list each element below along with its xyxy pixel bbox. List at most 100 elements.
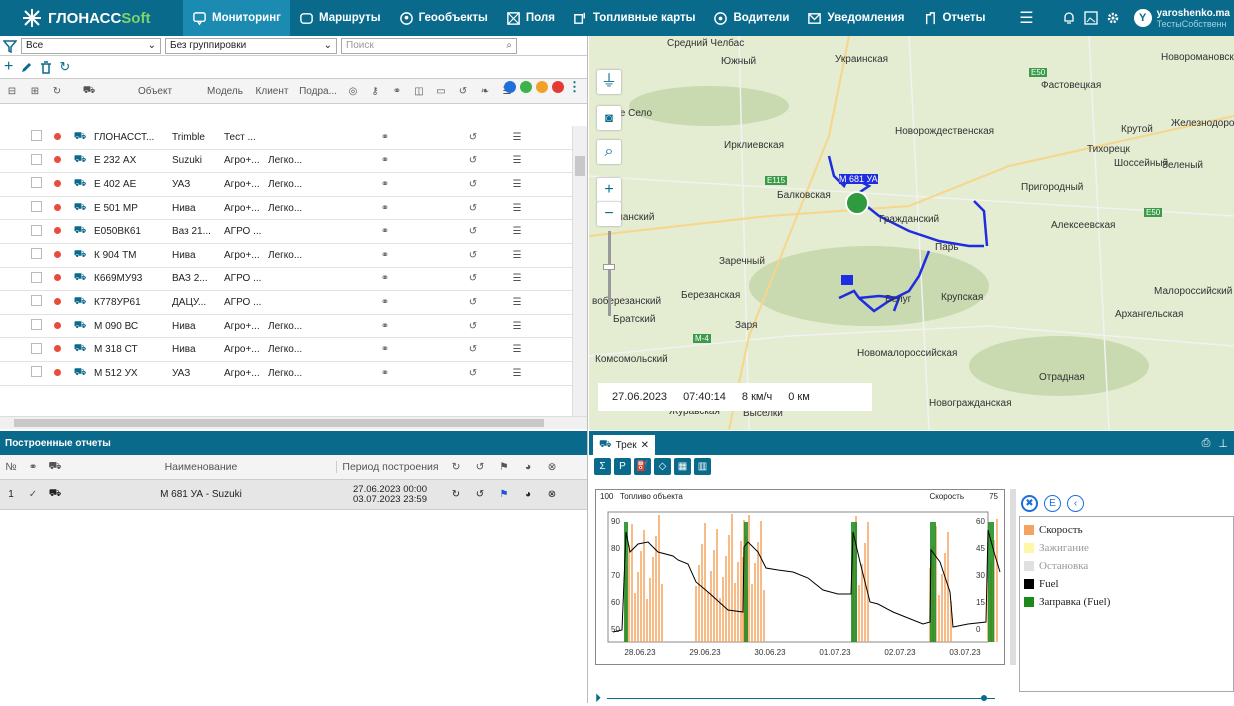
rebuild-icon[interactable]: ↻	[444, 461, 468, 473]
history-icon[interactable]: ↺	[462, 179, 484, 190]
parking-icon[interactable]: P	[614, 457, 631, 475]
chart-splitter[interactable]	[1010, 489, 1016, 665]
route-map-icon[interactable]: ⚑	[492, 489, 516, 500]
table-row[interactable]: ⛟ ГЛОНАССТ... Trimble Тест ... ⚭ ↺ ☰	[0, 126, 572, 150]
object-name[interactable]: М 090 ВС	[92, 321, 172, 332]
binoculars-icon[interactable]: ⚭	[374, 203, 396, 214]
history-icon[interactable]: ↺	[462, 368, 484, 379]
filter-icon[interactable]	[3, 39, 17, 53]
binoculars-icon[interactable]: ⚭	[374, 344, 396, 355]
legend-item[interactable]: Заправка (Fuel)	[1024, 593, 1229, 611]
table-row[interactable]: ⛟ К778УР61 ДАЦУ... АГРО ... ⚭ ↺ ☰	[0, 291, 572, 315]
nav-reports[interactable]: Отчеты	[913, 0, 994, 36]
pie-chart-icon[interactable]: ◕	[516, 489, 540, 500]
add-icon[interactable]: +	[4, 58, 13, 76]
legend-item[interactable]: Скорость	[1024, 521, 1229, 539]
user-menu[interactable]: Y yaroshenko.ma ТестыСобственн	[1133, 8, 1230, 29]
legend-item[interactable]: Fuel	[1024, 575, 1229, 593]
row-checkbox[interactable]	[31, 342, 42, 354]
map-filter-icon[interactable]: ⏚	[597, 70, 621, 94]
table-row[interactable]: ⛟ Е 501 МР Нива Агро+... Легко... ⚭ ↺ ☰	[0, 197, 572, 221]
menu-icon[interactable]: ☰	[1019, 8, 1033, 28]
image-icon[interactable]	[1083, 11, 1098, 25]
history-icon[interactable]: ↺	[468, 489, 492, 500]
row-checkbox[interactable]	[31, 295, 42, 307]
hscroll-thumb[interactable]	[14, 419, 544, 427]
video-col-icon[interactable]: ▭	[430, 86, 452, 97]
history-icon[interactable]: ↺	[462, 273, 484, 284]
table-row[interactable]: ⛟ М 512 УХ УАЗ Агро+... Легко... ⚭ ↺ ☰	[0, 362, 572, 386]
details-icon[interactable]: ☰	[506, 179, 528, 190]
ok-status-icon[interactable]	[520, 81, 532, 93]
details-icon[interactable]: ☰	[506, 203, 528, 214]
details-icon[interactable]: ☰	[506, 155, 528, 166]
camera-col-icon[interactable]: ◫	[408, 86, 430, 97]
zoom-out-icon[interactable]: −	[597, 202, 621, 226]
table-row[interactable]: ⛟ Е050ВК61 Ваз 21... АГРО ... ⚭ ↺ ☰	[0, 220, 572, 244]
print-icon[interactable]: ⎙	[1202, 437, 1211, 450]
object-name[interactable]: Е 232 АХ	[92, 155, 172, 166]
vehicle-marker-icon[interactable]	[845, 191, 869, 215]
map-view[interactable]: Средний Челбас Южный Украинская Новороманов…	[589, 36, 1234, 430]
refresh-col-icon[interactable]: ↻	[46, 86, 68, 97]
check-icon[interactable]: ✓	[22, 489, 44, 500]
map-search-icon[interactable]: ⌕	[597, 140, 621, 164]
gear-icon[interactable]	[1106, 11, 1120, 25]
history-icon[interactable]: ↺	[462, 203, 484, 214]
binoculars-col-icon[interactable]: ⚭	[386, 86, 408, 97]
binoculars-icon[interactable]: ⚭	[374, 297, 396, 308]
horizontal-scrollbar[interactable]	[0, 416, 587, 429]
table-row[interactable]: ⛟ Е 232 АХ Suzuki Агро+... Легко... ⚭ ↺ …	[0, 150, 572, 174]
history-icon[interactable]: ↺	[462, 297, 484, 308]
table-row[interactable]: ⛟ К 904 ТМ Нива Агро+... Легко... ⚭ ↺ ☰	[0, 244, 572, 268]
delete-icon[interactable]	[40, 60, 52, 74]
row-checkbox[interactable]	[31, 177, 42, 189]
zoom-in-icon[interactable]: +	[597, 178, 621, 202]
sum-icon[interactable]: Σ	[594, 457, 611, 475]
history-icon[interactable]: ↺	[462, 132, 484, 143]
vehicle-col-icon[interactable]: ⛟	[68, 85, 110, 98]
nav-fields[interactable]: Поля	[497, 0, 564, 36]
group-select[interactable]: Без группировки ⌄	[165, 37, 337, 54]
details-icon[interactable]: ☰	[506, 273, 528, 284]
fuel-icon[interactable]: ⛽	[634, 457, 651, 475]
legend-item[interactable]: Зажигание	[1024, 539, 1229, 557]
binoculars-icon[interactable]: ⚭	[22, 461, 44, 473]
object-name[interactable]: Е 402 АЕ	[92, 179, 172, 190]
lock-status-icon[interactable]	[552, 81, 564, 93]
object-list-scrollbar[interactable]	[572, 126, 587, 416]
pin-icon[interactable]: ⊥	[1218, 437, 1228, 450]
report-row[interactable]: 1 ✓ ⛟ М 681 УА - Suzuki 27.06.2023 00:00…	[0, 480, 587, 510]
timeline-handle[interactable]	[981, 695, 987, 701]
warning-status-icon[interactable]	[536, 81, 548, 93]
area-icon[interactable]: ◇	[654, 457, 671, 475]
row-checkbox[interactable]	[31, 201, 42, 213]
details-icon[interactable]: ☰	[506, 297, 528, 308]
info-circle-icon[interactable]: E	[1044, 495, 1061, 512]
history-col-icon[interactable]: ↺	[452, 86, 474, 97]
table-row[interactable]: ⛟ К669МУ93 ВАЗ 2... АГРО ... ⚭ ↺ ☰	[0, 268, 572, 292]
object-name[interactable]: ГЛОНАССТ...	[92, 132, 172, 143]
timeline-slider[interactable]: ⏵	[595, 691, 995, 706]
binoculars-icon[interactable]: ⚭	[374, 226, 396, 237]
rebuild-icon[interactable]: ↻	[444, 489, 468, 500]
row-checkbox[interactable]	[31, 366, 42, 378]
vehicle-icon[interactable]: ⛟	[44, 460, 66, 474]
binoculars-icon[interactable]: ⚭	[374, 250, 396, 261]
camera-icon[interactable]: ◙	[597, 106, 621, 130]
edit-icon[interactable]	[20, 61, 33, 74]
table-icon[interactable]: ▦	[674, 457, 691, 475]
binoculars-icon[interactable]: ⚭	[374, 155, 396, 166]
play-icon[interactable]: ⏵	[595, 691, 601, 706]
expand-icon[interactable]: ⊟	[0, 86, 24, 97]
details-icon[interactable]: ☰	[506, 250, 528, 261]
details-icon[interactable]: ☰	[506, 132, 528, 143]
binoculars-icon[interactable]: ⚭	[374, 179, 396, 190]
close-circle-icon[interactable]: ⊗	[540, 461, 564, 473]
history-icon[interactable]: ↺	[462, 155, 484, 166]
details-icon[interactable]: ☰	[506, 226, 528, 237]
object-name[interactable]: М 318 СТ	[92, 344, 172, 355]
details-icon[interactable]: ☰	[506, 321, 528, 332]
scroll-thumb[interactable]	[575, 156, 585, 176]
table-row[interactable]: ⛟ Е 402 АЕ УАЗ Агро+... Легко... ⚭ ↺ ☰	[0, 173, 572, 197]
